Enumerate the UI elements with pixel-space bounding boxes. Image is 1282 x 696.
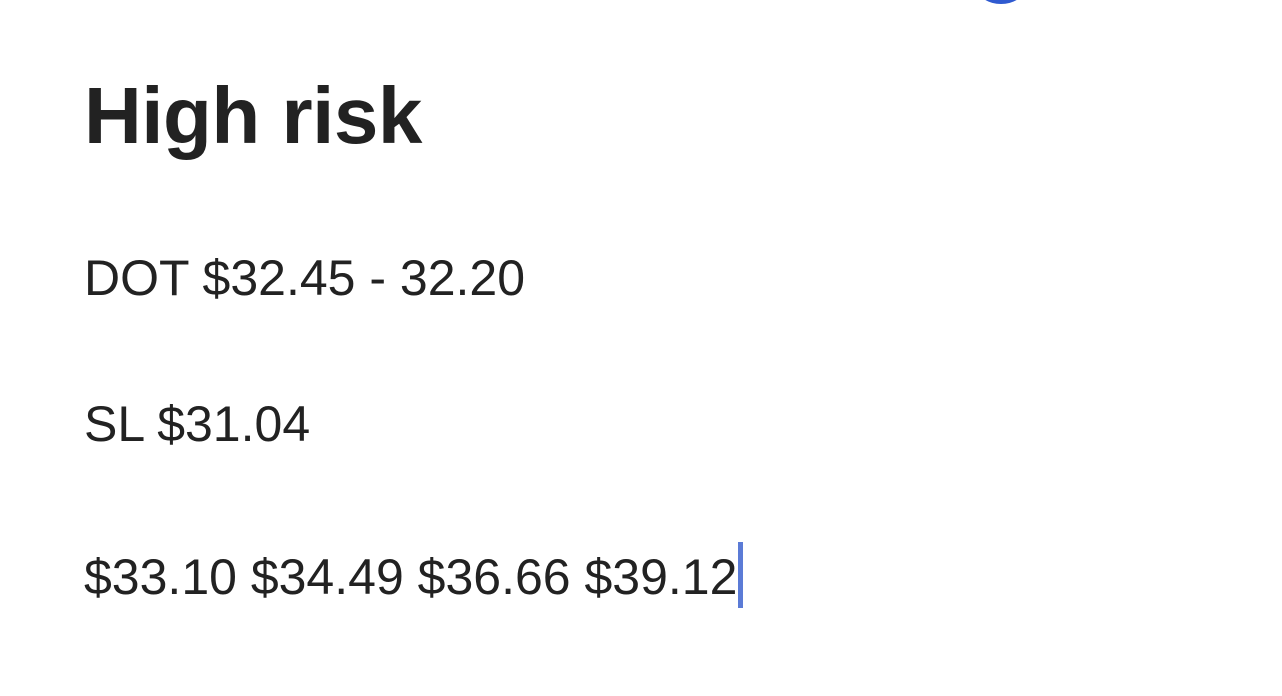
- entry-range-line: DOT $32.45 - 32.20: [84, 250, 526, 306]
- text-caret: [738, 542, 744, 608]
- targets-line: $33.10 $34.49 $36.66 $39.12: [84, 542, 744, 608]
- circle-outline-icon[interactable]: [978, 0, 1024, 4]
- targets-text: $33.10 $34.49 $36.66 $39.12: [84, 549, 738, 605]
- stop-loss-line: SL $31.04: [84, 396, 311, 452]
- note-heading: High risk: [84, 71, 422, 160]
